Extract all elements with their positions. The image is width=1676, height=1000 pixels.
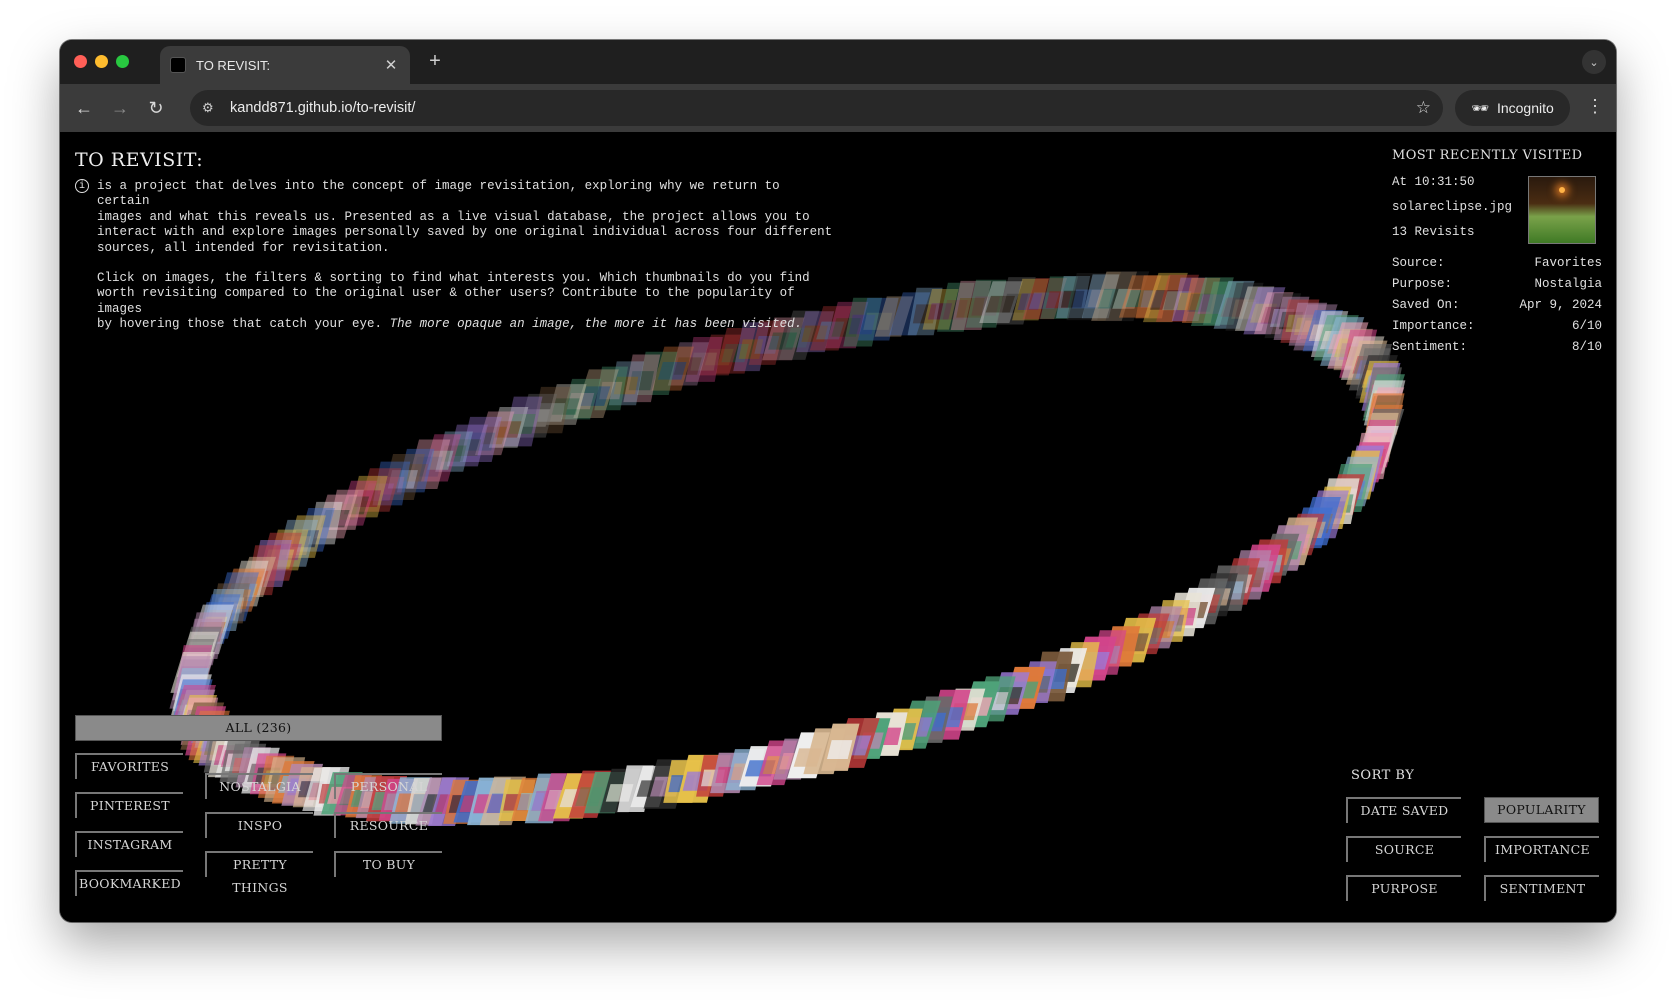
incognito-badge[interactable]: 🕶 Incognito <box>1455 90 1570 126</box>
recent-heading: MOST RECENTLY VISITED <box>1392 148 1583 163</box>
field-saved-on: Saved On: Apr 9, 2024 <box>1392 298 1602 312</box>
sun-glow <box>1559 187 1565 193</box>
back-arrow-icon[interactable]: ← <box>72 96 96 120</box>
field-sentiment: Sentiment: 8/10 <box>1392 340 1602 354</box>
intro-paragraph-2: Click on images, the filters & sorting t… <box>97 271 835 333</box>
field-importance: Importance: 6/10 <box>1392 319 1602 333</box>
field-label: Source: <box>1392 256 1445 270</box>
close-icon[interactable]: ✕ <box>382 56 400 74</box>
field-value: 6/10 <box>1571 319 1602 333</box>
filter-instagram-button[interactable]: INSTAGRAM <box>75 831 183 857</box>
sort-source-button[interactable]: SOURCE <box>1346 836 1461 862</box>
tab-active[interactable]: TO REVISIT: ✕ <box>160 46 410 84</box>
sort-heading: SORT BY <box>1351 768 1415 783</box>
field-value: Favorites <box>1534 256 1602 270</box>
zoom-window-button[interactable] <box>116 55 129 68</box>
minimize-window-button[interactable] <box>95 55 108 68</box>
sort-date-saved-button[interactable]: DATE SAVED <box>1346 797 1461 823</box>
field-label: Importance: <box>1392 319 1475 333</box>
reload-icon[interactable]: ↻ <box>144 96 168 120</box>
field-purpose: Purpose: Nostalgia <box>1392 277 1602 291</box>
tab-strip: TO REVISIT: ✕ + ⌄ <box>60 40 1616 84</box>
field-value: Apr 9, 2024 <box>1519 298 1602 312</box>
address-bar[interactable]: ⚙ kandd871.github.io/to-revisit/ ☆ <box>190 90 1443 126</box>
close-window-button[interactable] <box>74 55 87 68</box>
star-icon[interactable]: ☆ <box>1416 98 1431 118</box>
site-info-icon[interactable]: ⚙ <box>202 100 224 116</box>
field-source: Source: Favorites <box>1392 256 1602 270</box>
info-icon: i <box>75 179 89 193</box>
favicon-icon <box>170 57 186 73</box>
sort-popularity-button[interactable]: POPULARITY <box>1484 797 1599 823</box>
tab-title: TO REVISIT: <box>196 57 271 73</box>
intro-italic-note: The more opaque an image, the more it ha… <box>389 317 803 332</box>
field-value: 8/10 <box>1571 340 1602 354</box>
sort-purpose-button[interactable]: PURPOSE <box>1346 875 1461 901</box>
filter-nostalgia-button[interactable]: NOSTALGIA <box>205 773 313 799</box>
plus-icon[interactable]: + <box>423 50 447 73</box>
filter-all-button[interactable]: ALL (236) <box>75 715 442 741</box>
filter-pinterest-button[interactable]: PINTEREST <box>75 792 183 818</box>
recent-thumbnail[interactable] <box>1528 176 1596 244</box>
chevron-down-icon[interactable]: ⌄ <box>1582 50 1606 74</box>
browser-window: TO REVISIT: ✕ + ⌄ ← → ↻ ⚙ kandd871.githu… <box>60 40 1616 922</box>
filter-resource-button[interactable]: RESOURCE <box>334 812 442 838</box>
intro-paragraph-1: is a project that delves into the concep… <box>97 179 833 255</box>
page-title: TO REVISIT: <box>75 149 204 171</box>
filter-bookmarked-button[interactable]: BOOKMARKED <box>75 870 183 896</box>
filter-favorites-button[interactable]: FAVORITES <box>75 753 183 779</box>
recent-panel: MOST RECENTLY VISITED At 10:31:50 solare… <box>1392 148 1602 354</box>
page-viewport: TO REVISIT: i is a project that delves i… <box>60 132 1616 922</box>
project-intro: i is a project that delves into the conc… <box>75 179 835 333</box>
incognito-label: Incognito <box>1496 100 1554 116</box>
field-label: Saved On: <box>1392 298 1460 312</box>
filter-personal-button[interactable]: PERSONAL <box>334 773 442 799</box>
kebab-menu-icon[interactable]: ⋮ <box>1586 96 1604 117</box>
sort-importance-button[interactable]: IMPORTANCE <box>1484 836 1599 862</box>
filter-to-buy-button[interactable]: TO BUY <box>334 851 442 877</box>
browser-toolbar: ← → ↻ ⚙ kandd871.github.io/to-revisit/ ☆… <box>60 84 1616 132</box>
field-label: Sentiment: <box>1392 340 1468 354</box>
window-controls <box>74 55 129 68</box>
incognito-icon: 🕶 <box>1471 99 1489 116</box>
field-label: Purpose: <box>1392 277 1453 291</box>
filter-pretty-things-button[interactable]: PRETTY THINGS <box>205 851 313 895</box>
url-text[interactable]: kandd871.github.io/to-revisit/ <box>230 100 1416 116</box>
field-value: Nostalgia <box>1534 277 1602 291</box>
sort-sentiment-button[interactable]: SENTIMENT <box>1484 875 1599 901</box>
forward-arrow-icon[interactable]: → <box>108 96 132 120</box>
filter-inspo-button[interactable]: INSPO <box>205 812 313 838</box>
